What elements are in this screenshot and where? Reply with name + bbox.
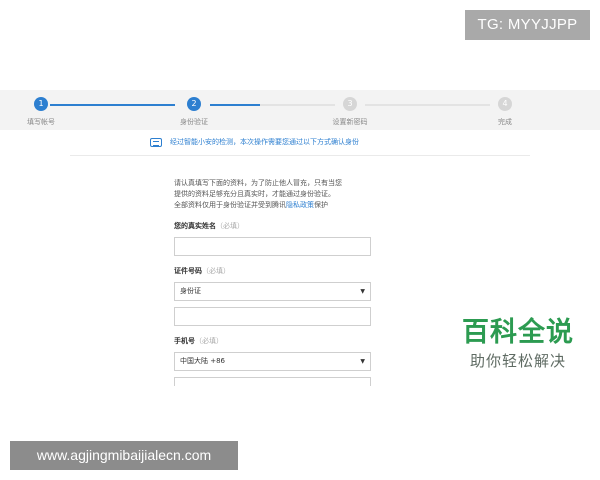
dropdown-caret-icon: ▼ (360, 288, 365, 295)
name-label: 您的真实姓名（必填） (174, 221, 374, 231)
id-card-icon (150, 137, 162, 147)
brand-slogan: 助你轻松解决 (469, 352, 566, 370)
privacy-policy-link[interactable]: 隐私政策 (286, 201, 314, 209)
step-number: 1 (34, 97, 48, 111)
step-label: 设置新密码 (332, 118, 368, 126)
real-name-input[interactable] (174, 237, 371, 256)
step-label: 填写帐号 (27, 118, 55, 126)
phone-region-select[interactable]: 中国大陆 +86 ▼ (174, 352, 371, 371)
select-value: 身份证 (180, 287, 201, 295)
field-label-text: 证件号码 (174, 267, 202, 275)
intro-line: 提供的资料足够充分且真实时，才能通过身份验证。 (174, 190, 335, 198)
url-watermark: www.agjingmibaijialecn.com (10, 441, 238, 470)
required-hint: （必填） (202, 267, 230, 275)
step-number: 3 (343, 97, 357, 111)
intro-line: 请认真填写下面的资料，为了防止他人冒充，只有当您 (174, 179, 342, 187)
intro-line: 全部资料仅用于身份验证并受到腾讯隐私政策保护 (174, 200, 374, 211)
step-number: 4 (498, 97, 512, 111)
step-number: 2 (187, 97, 201, 111)
step-fill-account: 1 填写帐号 (1, 97, 81, 127)
tg-watermark: TG: MYYJJPP (465, 10, 590, 40)
phone-label: 手机号（必填） (174, 336, 374, 346)
step-identity-verification: 2 身份验证 (154, 97, 234, 127)
intro-text: 全部资料仅用于身份验证并受到腾讯 (174, 201, 286, 209)
required-hint: （必填） (195, 337, 223, 345)
step-set-new-password: 3 设置新密码 (310, 97, 390, 127)
field-label-text: 您的真实姓名 (174, 222, 216, 230)
required-hint: （必填） (216, 222, 244, 230)
divider (70, 155, 530, 156)
verification-form: 请认真填写下面的资料，为了防止他人冒充，只有当您 提供的资料足够充分且真实时，才… (174, 178, 374, 386)
step-complete: 4 完成 (465, 97, 545, 127)
id-number-input[interactable] (174, 307, 371, 326)
brand-watermark: 百科全说 助你轻松解决 (453, 316, 583, 372)
id-type-select[interactable]: 身份证 ▼ (174, 282, 371, 301)
notice-text: 经过智能小安的检测，本次操作需要您通过以下方式确认身份 (170, 138, 359, 146)
intro-text: 保护 (314, 201, 328, 209)
field-label-text: 手机号 (174, 337, 195, 345)
security-notice: 经过智能小安的检测，本次操作需要您通过以下方式确认身份 (150, 134, 450, 150)
id-number-label: 证件号码（必填） (174, 266, 374, 276)
select-value: 中国大陆 +86 (180, 357, 225, 365)
step-label: 完成 (498, 118, 512, 126)
brand-name: 百科全说 (462, 317, 574, 348)
progress-stepper: 1 填写帐号 2 身份验证 3 设置新密码 4 完成 (0, 90, 600, 130)
step-label: 身份验证 (180, 118, 208, 126)
form-intro: 请认真填写下面的资料，为了防止他人冒充，只有当您 提供的资料足够充分且真实时，才… (174, 178, 374, 211)
phone-number-input[interactable] (174, 377, 371, 386)
dropdown-caret-icon: ▼ (360, 358, 365, 365)
